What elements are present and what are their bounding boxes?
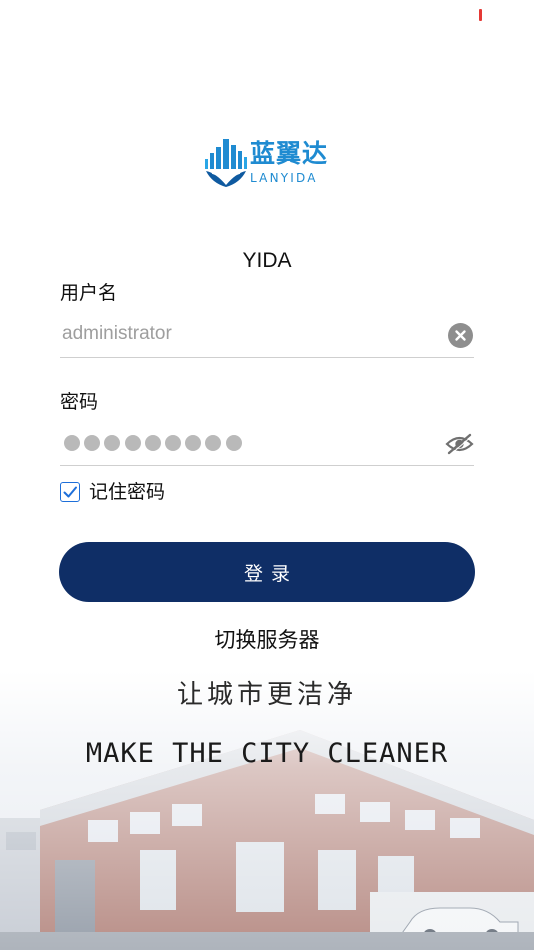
password-dot [164,435,181,451]
password-dot [64,435,80,451]
password-dot [225,435,242,451]
password-field[interactable] [60,421,474,466]
username-input[interactable] [62,319,432,349]
eye-hidden-icon[interactable] [445,433,474,455]
password-dot [84,435,101,451]
lanyida-logo: 蓝翼达 LANYIDA [204,137,330,189]
password-dot [185,435,202,451]
slogan-english: MAKE THE CITY CLEANER [85,738,449,769]
logo-subtitle: LANYIDA [250,171,318,185]
password-dot [104,435,121,451]
password-label: 密码 [60,391,99,413]
factory-illustration [0,670,534,950]
password-dot [205,435,222,451]
checkmark-icon [63,486,77,497]
username-label: 用户名 [60,282,118,304]
city-leaf-logo-icon [205,139,247,187]
background-factory-image [0,670,534,950]
remember-password-row[interactable]: 记住密码 [60,480,165,504]
status-indicator [479,9,482,21]
password-masked-value [64,435,242,451]
logo-title: 蓝翼达 [250,139,329,168]
slogan-chinese: 让城市更洁净 [176,680,357,710]
switch-server-link[interactable]: 切换服务器 [0,626,534,654]
clear-icon[interactable] [448,323,473,348]
login-button[interactable]: 登录 [59,542,475,602]
remember-password-label: 记住密码 [89,481,166,503]
app-name: YIDA [242,249,292,272]
remember-password-checkbox[interactable] [60,482,80,502]
username-field-container [60,313,474,358]
password-dot [124,435,141,451]
password-dot [144,435,161,451]
